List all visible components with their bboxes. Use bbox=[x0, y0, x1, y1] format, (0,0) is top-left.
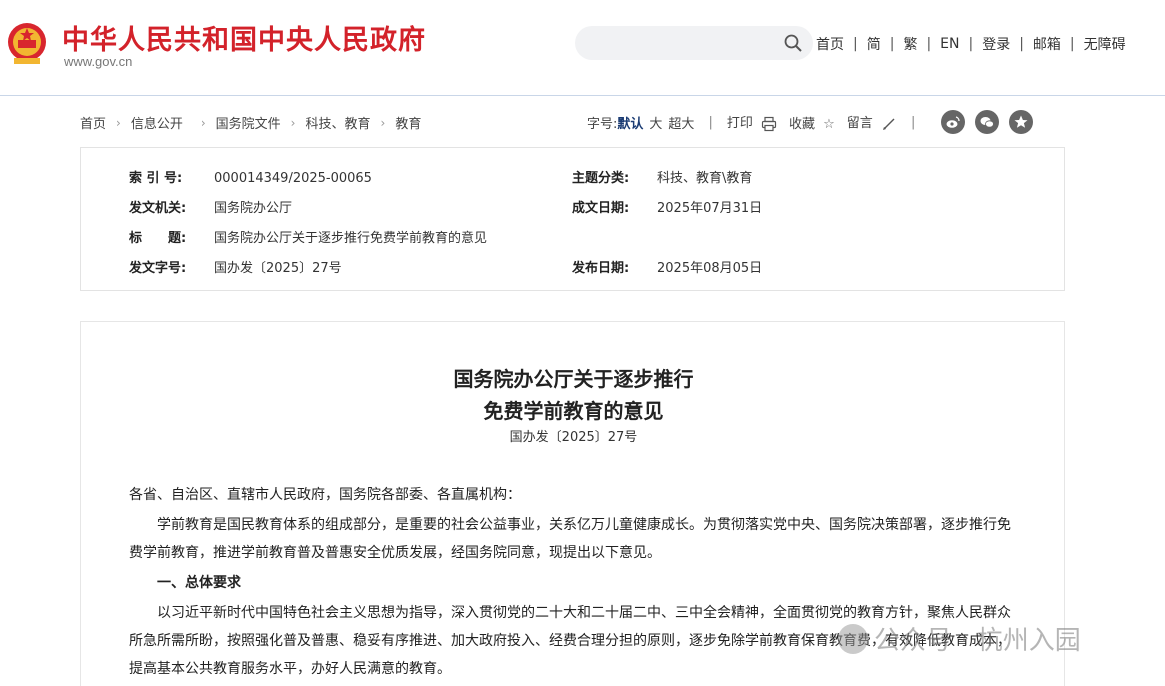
meta-issuer: 发文机关: 国务院办公厅 bbox=[129, 197, 292, 216]
font-size-xlarge[interactable]: 超大 bbox=[668, 113, 694, 132]
breadcrumb-home[interactable]: 首页 bbox=[80, 113, 106, 132]
article-section-heading: 一、总体要求 bbox=[157, 575, 241, 591]
article-title-line2: 免费学前教育的意见 bbox=[483, 399, 664, 423]
chevron-right-icon: › bbox=[200, 115, 206, 130]
nav-mail[interactable]: 邮箱 bbox=[1033, 34, 1061, 54]
meta-date-written-label: 成文日期: bbox=[572, 201, 630, 216]
font-size-default[interactable]: 默认 bbox=[617, 113, 643, 132]
nav-divider: | bbox=[1019, 36, 1024, 52]
nav-divider: | bbox=[853, 36, 858, 52]
tools-divider: | bbox=[708, 114, 713, 130]
weibo-icon[interactable] bbox=[941, 110, 966, 134]
article-doc-number: 国办发〔2025〕27号 bbox=[509, 430, 638, 445]
meta-title: 标 题: 国务院办公厅关于逐步推行免费学前教育的意见 bbox=[129, 227, 487, 246]
top-nav: 首页 | 简 | 繁 | EN | 登录 | 邮箱 | 无障碍 bbox=[816, 34, 1126, 54]
wechat-icon[interactable] bbox=[975, 110, 1000, 134]
meta-index-value: 000014349/2025-00065 bbox=[214, 171, 372, 186]
nav-simplified[interactable]: 简 bbox=[867, 34, 881, 54]
breadcrumb-info-public[interactable]: 信息公开 bbox=[131, 113, 183, 132]
meta-publish-date: 发布日期: 2025年08月05日 bbox=[572, 257, 762, 276]
meta-doc-no-label: 发文字号: bbox=[129, 261, 187, 276]
meta-issuer-label: 发文机关: bbox=[129, 201, 187, 216]
meta-index: 索 引 号: 000014349/2025-00065 bbox=[129, 167, 372, 186]
article-salutation: 各省、自治区、直辖市人民政府，国务院各部委、各直属机构： bbox=[129, 487, 521, 503]
nav-traditional[interactable]: 繁 bbox=[903, 34, 917, 54]
site-header: 中华人民共和国中央人民政府 www.gov.cn 首页 | 简 | 繁 | EN | 登… bbox=[0, 0, 1165, 96]
page-tools: 字号: 默认 大 超大 | 打印 收藏 ☆ 留言 | bbox=[587, 110, 1034, 134]
tools-divider: | bbox=[910, 114, 916, 130]
meta-topic-value: 科技、教育\教育 bbox=[657, 171, 753, 186]
article-paragraph: 学前教育是国民教育体系的组成部分，是重要的社会公益事业，关系亿万儿童健康成长。为… bbox=[129, 517, 1011, 561]
favorite-star-icon[interactable] bbox=[1009, 110, 1034, 134]
meta-publish-date-label: 发布日期: bbox=[572, 261, 630, 276]
meta-index-label: 索 引 号: bbox=[129, 171, 183, 186]
meta-date-written-value: 2025年07月31日 bbox=[657, 201, 763, 216]
site-url: www.gov.cn bbox=[64, 54, 133, 69]
search-icon[interactable] bbox=[783, 33, 803, 53]
wechat-account-icon bbox=[838, 623, 868, 654]
print-button[interactable]: 打印 bbox=[727, 112, 777, 132]
nav-divider: | bbox=[889, 36, 895, 52]
breadcrumb-sci-edu[interactable]: 科技、教育 bbox=[305, 113, 370, 132]
meta-topic: 主题分类: 科技、教育\教育 bbox=[572, 167, 752, 186]
chevron-right-icon: › bbox=[290, 115, 296, 130]
print-label: 打印 bbox=[726, 116, 753, 132]
chevron-right-icon: › bbox=[380, 115, 386, 130]
font-size-large[interactable]: 大 bbox=[649, 113, 662, 132]
meta-issuer-value: 国务院办公厅 bbox=[214, 201, 293, 216]
star-icon: ☆ bbox=[823, 116, 835, 132]
watermark: 公众号 · 杭州入园 bbox=[838, 620, 1081, 657]
meta-doc-no: 发文字号: 国办发〔2025〕27号 bbox=[129, 257, 342, 276]
favorite-label: 收藏 bbox=[788, 116, 815, 132]
document-metadata: 索 引 号: 000014349/2025-00065 主题分类: 科技、教育\教育… bbox=[80, 147, 1065, 291]
meta-title-value: 国务院办公厅关于逐步推行免费学前教育的意见 bbox=[214, 231, 488, 246]
meta-title-label: 标 题: bbox=[129, 231, 187, 246]
breadcrumb-state-council-docs[interactable]: 国务院文件 bbox=[216, 113, 281, 132]
site-title[interactable]: 中华人民共和国中央人民政府 bbox=[62, 18, 426, 57]
nav-english[interactable]: EN bbox=[940, 36, 959, 52]
favorite-button[interactable]: 收藏 ☆ bbox=[789, 113, 835, 132]
font-size-label: 字号: bbox=[587, 116, 618, 132]
breadcrumb-education[interactable]: 教育 bbox=[395, 113, 421, 132]
watermark-text: 公众号 · 杭州入园 bbox=[874, 626, 1081, 656]
nav-divider: | bbox=[926, 36, 932, 52]
meta-doc-no-value: 国办发〔2025〕27号 bbox=[214, 261, 342, 276]
nav-divider: | bbox=[968, 36, 974, 52]
chevron-right-icon: › bbox=[116, 115, 121, 130]
meta-publish-date-value: 2025年08月05日 bbox=[657, 261, 763, 276]
nav-login[interactable]: 登录 bbox=[982, 34, 1010, 54]
meta-date-written: 成文日期: 2025年07月31日 bbox=[572, 197, 762, 216]
printer-icon bbox=[761, 116, 777, 131]
nav-accessibility[interactable]: 无障碍 bbox=[1084, 34, 1126, 54]
comment-button[interactable]: 留言 bbox=[847, 112, 897, 132]
share-icons bbox=[941, 110, 1034, 134]
search-input[interactable] bbox=[575, 26, 813, 60]
nav-divider: | bbox=[1069, 36, 1075, 52]
pencil-icon bbox=[882, 118, 895, 130]
comment-label: 留言 bbox=[846, 116, 873, 132]
meta-topic-label: 主题分类: bbox=[572, 171, 630, 186]
nav-home[interactable]: 首页 bbox=[816, 34, 844, 54]
national-emblem-icon[interactable] bbox=[6, 20, 48, 68]
article-title-line1: 国务院办公厅关于逐步推行 bbox=[453, 367, 694, 391]
breadcrumb: 首页 › 信息公开 › 国务院文件 › 科技、教育 › 教育 bbox=[80, 113, 421, 133]
